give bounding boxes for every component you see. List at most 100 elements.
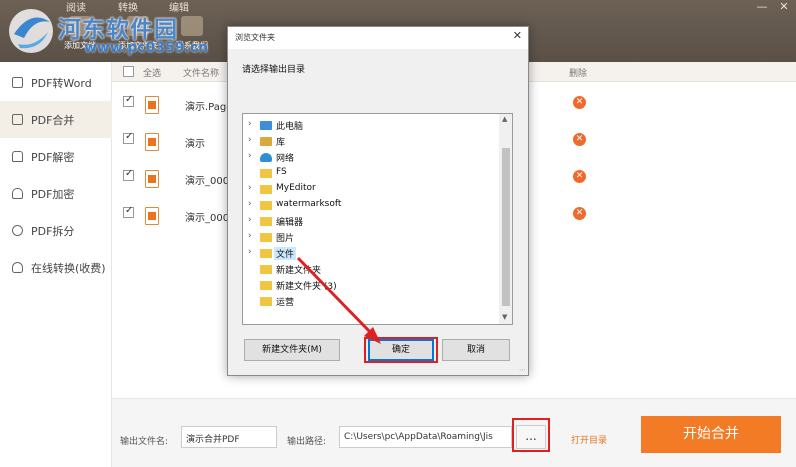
select-all-checkbox[interactable] (123, 66, 134, 77)
ok-button-highlight (364, 337, 438, 363)
sidebar-item-pdf-encrypt[interactable]: PDF加密 (0, 175, 112, 212)
chevron-right-icon[interactable]: › (248, 215, 252, 225)
pdf-file-icon (145, 96, 159, 114)
row-checkbox[interactable] (123, 168, 134, 181)
chevron-right-icon[interactable]: › (248, 199, 252, 209)
network-icon (260, 153, 272, 162)
watermark-text: 河东软件园 (58, 16, 178, 43)
tree-item[interactable]: › 此电脑 (243, 118, 501, 134)
sidebar-item-pdf-split[interactable]: PDF拆分 (0, 212, 112, 249)
folder-icon (260, 249, 272, 258)
output-path-input[interactable]: C:\Users\pc\AppData\Roaming\Jis (339, 426, 512, 448)
folder-icon (260, 233, 272, 242)
row-checkbox[interactable] (123, 131, 134, 144)
delete-icon[interactable]: ✕ (573, 207, 586, 220)
file-name: 演示_000 (185, 176, 230, 187)
browse-button-highlight (512, 418, 550, 452)
tree-item-selected[interactable]: › 文件 (243, 246, 501, 262)
minimize-icon[interactable]: — (752, 0, 772, 13)
browse-folder-dialog: 浏览文件夹 ✕ 请选择输出目录 › 此电脑 › 库 › 网络 FS › MyEd… (227, 26, 529, 376)
tree-item-label: 新建文件夹 (276, 266, 322, 276)
tree-item-label: MyEditor (276, 183, 316, 193)
tree-item-label: FS (276, 167, 287, 177)
pdf-to-word-icon (12, 77, 23, 88)
chevron-right-icon[interactable]: › (248, 231, 252, 241)
sidebar-item-pdf-decrypt[interactable]: PDF解密 (0, 138, 112, 175)
select-all-label: 全选 (143, 69, 162, 79)
tree-scrollbar[interactable]: ▲ ▼ (499, 114, 512, 324)
sidebar-item-label: 在线转换(收费) (31, 261, 106, 275)
chevron-right-icon[interactable]: › (248, 183, 252, 193)
computer-icon (260, 121, 272, 130)
row-checkbox[interactable] (123, 205, 134, 218)
sidebar: PDF转Word PDF合并 PDF解密 PDF加密 PDF拆分 在线转换(收费… (0, 62, 112, 467)
sidebar-item-online-convert[interactable]: 在线转换(收费) (0, 249, 112, 286)
delete-icon[interactable]: ✕ (573, 96, 586, 109)
watermark-url: www.pc0359.cn (84, 40, 209, 56)
delete-icon[interactable]: ✕ (573, 170, 586, 183)
output-name-input[interactable]: 演示合并PDF (181, 426, 277, 448)
cancel-button[interactable]: 取消 (442, 339, 510, 361)
file-name: 演示.Page (185, 102, 233, 113)
tree-item-label: 编辑器 (276, 218, 304, 228)
tree-item[interactable]: › 编辑器 (243, 214, 501, 230)
close-icon[interactable]: ✕ (513, 29, 522, 42)
tree-item[interactable]: 新建文件夹 (3) (243, 278, 501, 294)
tree-item[interactable]: 运营 (243, 294, 501, 310)
resize-grip-icon[interactable]: ⋯ (519, 366, 526, 374)
folder-icon (260, 169, 272, 178)
output-name-label: 输出文件名: (120, 437, 169, 447)
folder-icon (260, 265, 272, 274)
tree-item[interactable]: 新建文件夹 (243, 262, 501, 278)
file-name: 演示_000 (185, 213, 230, 224)
cloud-icon (12, 262, 23, 273)
tree-item[interactable]: › 库 (243, 134, 501, 150)
scroll-up-icon[interactable]: ▲ (502, 115, 507, 123)
pdf-file-icon (145, 170, 159, 188)
watermark: 河东软件园 www.pc0359.cn (0, 0, 208, 62)
chevron-right-icon[interactable]: › (248, 119, 252, 129)
dialog-title: 浏览文件夹 (235, 33, 275, 42)
tree-item-label: 此电脑 (276, 122, 304, 132)
tree-item-label: 运营 (276, 298, 295, 308)
library-icon (260, 137, 272, 146)
scrollbar-thumb[interactable] (502, 148, 510, 306)
delete-header: 删除 (569, 69, 588, 79)
sidebar-item-label: PDF合并 (31, 113, 75, 127)
dialog-prompt: 请选择输出目录 (242, 65, 306, 75)
shield-icon (12, 188, 23, 199)
open-directory-link[interactable]: 打开目录 (571, 433, 607, 446)
sidebar-item-pdf-to-word[interactable]: PDF转Word (0, 64, 112, 101)
tree-item[interactable]: › 图片 (243, 230, 501, 246)
pdf-file-icon (145, 207, 159, 225)
watermark-logo-icon (9, 9, 53, 53)
dialog-titlebar[interactable]: 浏览文件夹 ✕ (228, 27, 528, 49)
output-path-label: 输出路径: (287, 437, 327, 447)
tree-item-label: 库 (276, 138, 286, 148)
split-icon (12, 225, 23, 236)
start-merge-button[interactable]: 开始合并 (641, 416, 781, 453)
sidebar-item-pdf-merge[interactable]: PDF合并 (0, 101, 112, 138)
scroll-down-icon[interactable]: ▼ (502, 313, 507, 321)
folder-icon (260, 297, 272, 306)
tree-item[interactable]: › watermarksoft (243, 198, 501, 214)
chevron-right-icon[interactable]: › (248, 151, 252, 161)
close-icon[interactable]: ✕ (774, 0, 794, 13)
folder-tree[interactable]: › 此电脑 › 库 › 网络 FS › MyEditor › watermark… (242, 113, 513, 325)
row-checkbox[interactable] (123, 94, 134, 107)
folder-icon (260, 217, 272, 226)
tree-item[interactable]: › MyEditor (243, 182, 501, 198)
tree-item-label: 文件 (274, 247, 297, 260)
tree-item-label: 图片 (276, 234, 295, 244)
tree-item-label: 新建文件夹 (3) (276, 282, 337, 292)
unlock-icon (12, 151, 23, 162)
tree-item[interactable]: › 网络 (243, 150, 501, 166)
delete-icon[interactable]: ✕ (573, 133, 586, 146)
sidebar-item-label: PDF解密 (31, 150, 75, 164)
folder-icon (260, 281, 272, 290)
sidebar-item-label: PDF拆分 (31, 224, 75, 238)
chevron-right-icon[interactable]: › (248, 135, 252, 145)
new-folder-button[interactable]: 新建文件夹(M) (244, 339, 340, 361)
chevron-right-icon[interactable]: › (248, 247, 252, 257)
tree-item[interactable]: FS (243, 166, 501, 182)
